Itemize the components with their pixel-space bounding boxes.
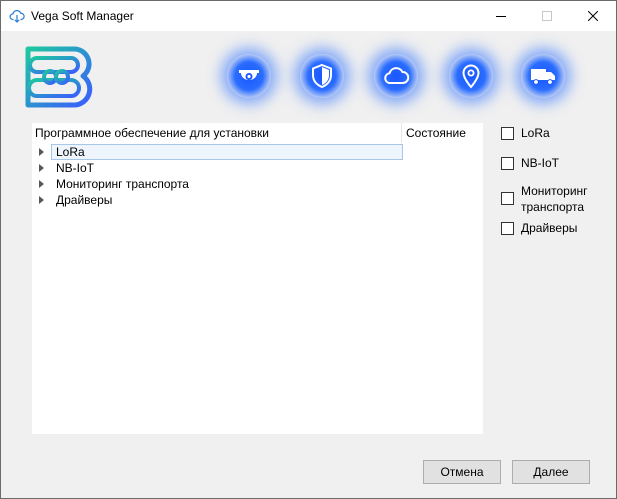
transport-monitoring-label-line2[interactable]: транспорта — [521, 199, 584, 215]
category-transport-button[interactable] — [521, 54, 565, 98]
main-window: Vega Soft Manager Программное обеспечени… — [0, 0, 617, 499]
camera-icon — [239, 70, 259, 80]
lora-checkbox[interactable] — [501, 127, 514, 140]
category-cloud-button[interactable] — [374, 54, 418, 98]
transport-monitoring-checkbox[interactable] — [501, 192, 514, 205]
expand-arrow-icon[interactable] — [39, 164, 44, 172]
lora-checkbox-label[interactable]: LoRa — [521, 125, 550, 141]
cancel-button[interactable]: Отмена — [423, 460, 501, 484]
close-button[interactable] — [570, 1, 616, 31]
minimize-button[interactable] — [478, 1, 524, 31]
category-camera-button[interactable] — [227, 54, 271, 98]
column-divider[interactable] — [401, 123, 402, 143]
drivers-checkbox[interactable] — [501, 222, 514, 235]
drivers-checkbox-label[interactable]: Драйверы — [521, 220, 577, 236]
nb-iot-checkbox-label[interactable]: NB-IoT — [521, 155, 559, 171]
category-location-button[interactable] — [449, 54, 493, 98]
location-pin-icon — [462, 64, 480, 89]
transport-monitoring-label-line1[interactable]: Мониторинг — [521, 183, 588, 199]
tree-row-label: Драйверы — [56, 193, 113, 207]
expand-arrow-icon[interactable] — [39, 180, 44, 188]
tree-row-lora[interactable]: LoRa — [32, 144, 483, 160]
nb-iot-checkbox[interactable] — [501, 157, 514, 170]
column-header-software[interactable]: Программное обеспечение для установки — [35, 126, 269, 140]
window-title: Vega Soft Manager — [31, 9, 134, 23]
expand-arrow-icon[interactable] — [39, 196, 44, 204]
software-tree[interactable]: Программное обеспечение для установки Со… — [31, 122, 484, 435]
expand-arrow-icon[interactable] — [39, 148, 44, 156]
tree-row-label: Мониторинг транспорта — [56, 177, 189, 191]
tree-row-label: NB-IoT — [56, 161, 95, 175]
tree-row-transport-monitoring[interactable]: Мониторинг транспорта — [32, 176, 483, 192]
shield-icon — [312, 63, 332, 89]
maximize-icon — [542, 11, 552, 21]
next-button[interactable]: Далее — [512, 460, 590, 484]
tree-row-drivers[interactable]: Драйверы — [32, 192, 483, 208]
tree-row-label-box: Мониторинг транспорта — [51, 176, 403, 192]
maximize-button[interactable] — [524, 1, 570, 31]
vega-b-logo-icon — [25, 46, 93, 108]
truck-icon — [531, 69, 555, 85]
cloud-icon — [384, 67, 410, 84]
cloud-download-icon — [9, 10, 25, 23]
category-security-button[interactable] — [300, 54, 344, 98]
tree-row-label-box: Драйверы — [51, 192, 403, 208]
tree-row-label: LoRa — [56, 145, 85, 159]
close-icon — [588, 11, 598, 21]
column-header-status[interactable]: Состояние — [406, 126, 466, 140]
minimize-icon — [496, 16, 506, 17]
tree-row-nb-iot[interactable]: NB-IoT — [32, 160, 483, 176]
title-bar[interactable]: Vega Soft Manager — [1, 1, 616, 31]
tree-row-label-box: LoRa — [51, 144, 403, 160]
tree-header: Программное обеспечение для установки Со… — [32, 123, 483, 143]
tree-row-label-box: NB-IoT — [51, 160, 403, 176]
